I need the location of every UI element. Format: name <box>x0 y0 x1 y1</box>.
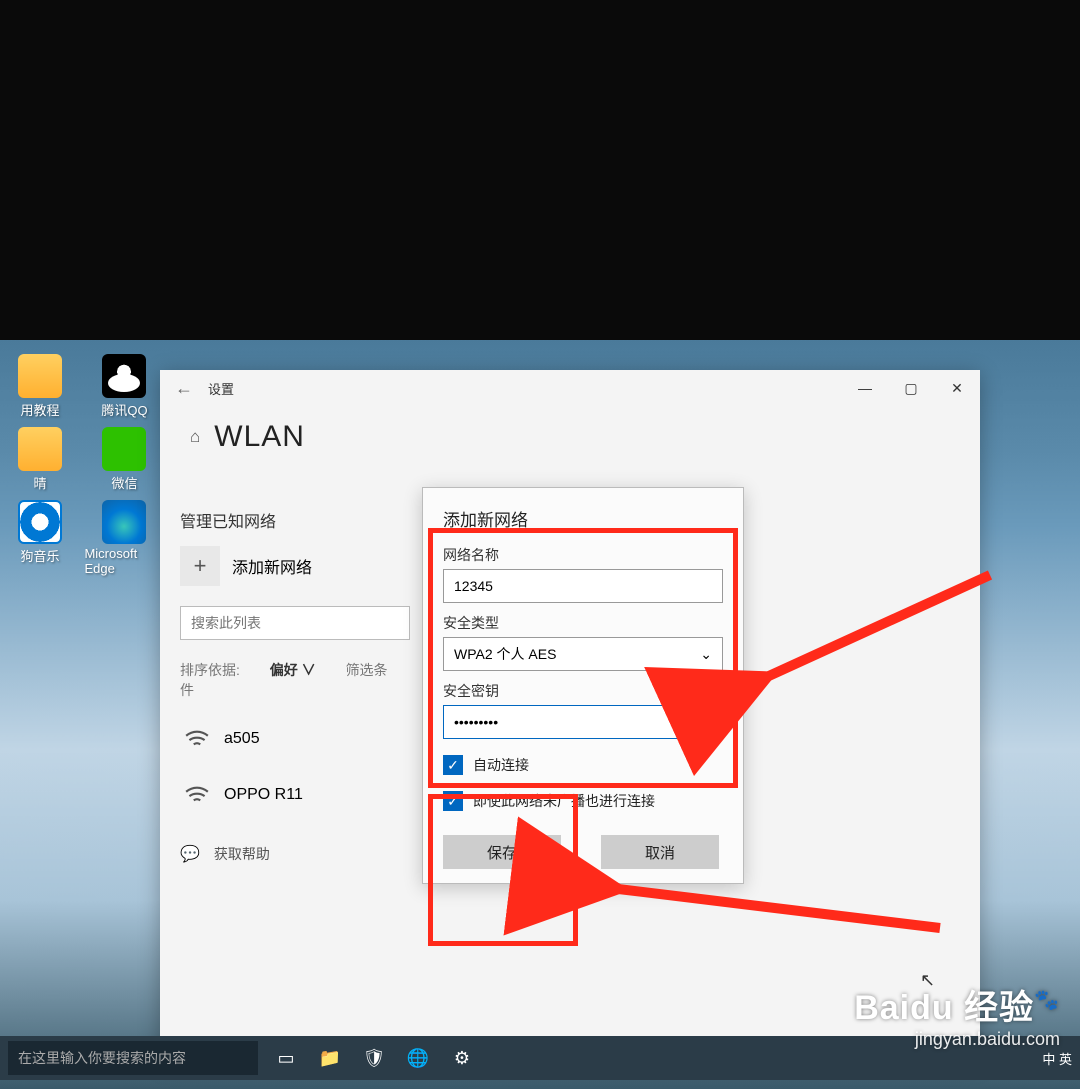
annotation-arrow <box>590 878 950 943</box>
file-explorer-icon[interactable]: 📁 <box>308 1036 352 1080</box>
show-password-icon[interactable]: 👁 <box>697 712 715 729</box>
checkbox-checked-icon: ✓ <box>443 755 463 775</box>
save-button[interactable]: 保存 <box>443 835 561 869</box>
network-name: OPPO R11 <box>224 786 303 804</box>
network-name: a505 <box>224 730 260 748</box>
network-item[interactable]: OPPO R11 <box>180 774 420 816</box>
security-key-input[interactable] <box>443 705 723 739</box>
dialog-title: 添加新网络 <box>443 506 723 531</box>
desktop-icon-folder[interactable]: 晴 <box>0 427 80 492</box>
window-controls: — ▢ ✕ <box>842 370 980 406</box>
network-list-panel: 管理已知网络 + 添加新网络 排序依据: 偏好 ∨ 筛选条件 a505 OPPO… <box>180 490 420 864</box>
watermark-logo: Baidu 经验🐾 <box>854 980 1060 1029</box>
icon-label: 用教程 <box>20 400 59 419</box>
icon-label: 晴 <box>33 473 46 492</box>
chat-icon: 💬 <box>180 844 200 864</box>
close-button[interactable]: ✕ <box>934 370 980 406</box>
plus-icon: + <box>180 546 220 586</box>
icon-label: 微信 <box>111 473 137 492</box>
desktop-icon-edge[interactable]: Microsoft Edge <box>84 500 164 576</box>
get-help-link[interactable]: 💬 获取帮助 <box>180 844 420 864</box>
task-view-button[interactable]: ▭ <box>264 1036 308 1080</box>
maximize-button[interactable]: ▢ <box>888 370 934 406</box>
taskbar-search[interactable]: 在这里输入你要搜索的内容 <box>8 1041 258 1075</box>
system-tray[interactable]: 中 英 <box>1042 1049 1072 1068</box>
add-network-row[interactable]: + 添加新网络 <box>180 546 420 586</box>
icon-label: 狗音乐 <box>20 546 59 565</box>
wechat-icon <box>102 427 146 471</box>
page-header: ⌂ WLAN <box>160 406 980 472</box>
security-type-label: 安全类型 <box>443 613 723 633</box>
paw-icon: 🐾 <box>1034 990 1060 1012</box>
folder-icon <box>18 354 62 398</box>
dialog-button-row: 保存 取消 <box>443 835 723 869</box>
add-network-dialog: 添加新网络 网络名称 安全类型 WPA2 个人 AES ⌄ 安全密钥 👁 ✓ 自… <box>422 487 744 884</box>
annotation-arrow <box>740 575 1000 700</box>
back-button[interactable]: ← <box>166 378 202 399</box>
network-name-input[interactable] <box>443 569 723 603</box>
minimize-button[interactable]: — <box>842 370 888 406</box>
wifi-icon <box>184 726 210 752</box>
desktop-icon-wechat[interactable]: 微信 <box>84 427 164 492</box>
wifi-icon <box>184 782 210 808</box>
add-network-label: 添加新网络 <box>232 554 312 578</box>
settings-taskbar-icon[interactable]: ⚙ <box>440 1036 484 1080</box>
settings-window: ← 设置 — ▢ ✕ ⌂ WLAN 管理已知网络 + 添加新网络 排序依据: 偏… <box>160 370 980 1060</box>
section-title: 管理已知网络 <box>180 508 420 532</box>
chevron-down-icon: ⌄ <box>700 646 712 663</box>
kugou-icon <box>18 500 62 544</box>
titlebar: ← 设置 — ▢ ✕ <box>160 370 980 406</box>
watermark: Baidu 经验🐾 jingyan.baidu.com <box>854 980 1060 1050</box>
page-title: WLAN <box>214 420 305 454</box>
cancel-button[interactable]: 取消 <box>601 835 719 869</box>
desktop-icon-tutorial[interactable]: 用教程 <box>0 354 80 419</box>
qq-icon <box>102 354 146 398</box>
desktop-icons-area: 用教程 腾讯QQ 晴 微信 狗音乐 Microsoft Edge <box>0 350 170 580</box>
checkbox-checked-icon: ✓ <box>443 791 463 811</box>
window-title: 设置 <box>208 379 234 398</box>
watermark-url: jingyan.baidu.com <box>854 1029 1060 1050</box>
desktop-icon-qq[interactable]: 腾讯QQ <box>84 354 164 419</box>
network-name-label: 网络名称 <box>443 545 723 565</box>
icon-label: 腾讯QQ <box>101 400 147 419</box>
search-input[interactable] <box>180 606 410 640</box>
edge-taskbar-icon[interactable]: 🌐 <box>396 1036 440 1080</box>
monitor-bezel <box>0 0 1080 340</box>
home-icon[interactable]: ⌂ <box>190 427 200 447</box>
security-type-select[interactable]: WPA2 个人 AES ⌄ <box>443 637 723 671</box>
edge-icon <box>102 500 146 544</box>
network-item[interactable]: a505 <box>180 718 420 760</box>
connect-hidden-checkbox-row[interactable]: ✓ 即使此网络未广播也进行连接 <box>443 791 723 811</box>
security-icon[interactable]: 🛡 <box>352 1036 396 1080</box>
desktop-icon-kugou[interactable]: 狗音乐 <box>0 500 80 565</box>
auto-connect-checkbox-row[interactable]: ✓ 自动连接 <box>443 755 723 775</box>
folder-icon <box>18 427 62 471</box>
sort-filter-row: 排序依据: 偏好 ∨ 筛选条件 <box>180 660 420 700</box>
security-key-label: 安全密钥 <box>443 681 723 701</box>
sort-dropdown[interactable]: 排序依据: 偏好 ∨ <box>180 662 316 678</box>
icon-label: Microsoft Edge <box>84 546 164 576</box>
